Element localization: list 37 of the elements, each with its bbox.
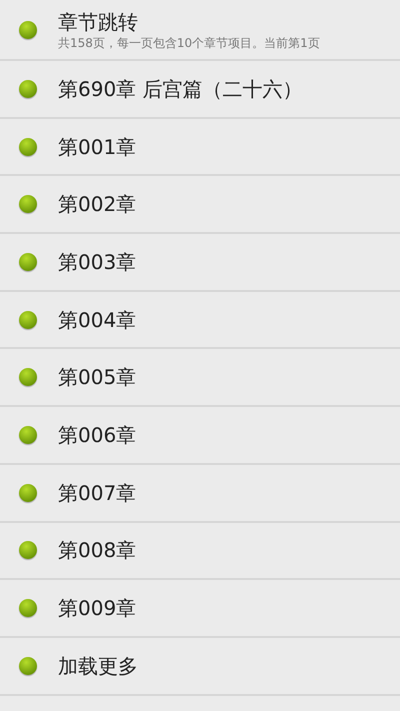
list-item[interactable]: 第006章 [0,407,400,465]
bullet-icon [19,599,37,618]
item-title: 第002章 [58,191,136,218]
item-subtitle: 共158页，每一页包含10个章节项目。当前第1页 [58,34,320,50]
bullet-icon [19,80,37,98]
bullet-icon [19,541,37,560]
item-title: 第003章 [58,248,136,275]
item-title: 加载更多 [58,652,138,679]
list-item[interactable]: 第003章 [0,234,400,292]
bullet-icon [19,310,37,329]
bullet-icon [19,656,37,675]
item-title: 第008章 [58,537,136,564]
list-item[interactable]: 第009章 [0,580,400,638]
list-item[interactable]: 第001章 [0,118,400,176]
list-item[interactable]: 第008章 [0,522,400,580]
item-title: 第006章 [58,422,136,448]
bullet-icon [19,426,37,444]
item-title: 第007章 [58,480,136,506]
list-item[interactable]: 第002章 [0,176,400,234]
list-item[interactable]: 章节跳转 共158页，每一页包含10个章节项目。当前第1页 [0,0,400,61]
item-title: 第690章 后宫篇（二十六） [58,76,303,102]
bullet-icon [19,252,37,271]
bullet-icon [19,484,37,502]
item-title: 第004章 [58,306,136,333]
list-item[interactable]: 第690章 后宫篇（二十六） [0,61,400,119]
item-title: 第005章 [58,364,136,390]
list-item[interactable]: 加载更多 [0,638,400,696]
list-item[interactable]: 第004章 [0,292,400,350]
bullet-icon [19,195,37,214]
item-title: 第009章 [58,595,136,622]
list-item[interactable]: 第005章 [0,349,400,408]
item-title: 章节跳转 [58,8,139,34]
item-title: 第001章 [58,134,136,160]
bullet-icon [19,20,37,38]
bullet-icon [19,368,37,386]
bullet-icon [19,138,37,156]
list-item[interactable]: 第007章 [0,464,400,522]
